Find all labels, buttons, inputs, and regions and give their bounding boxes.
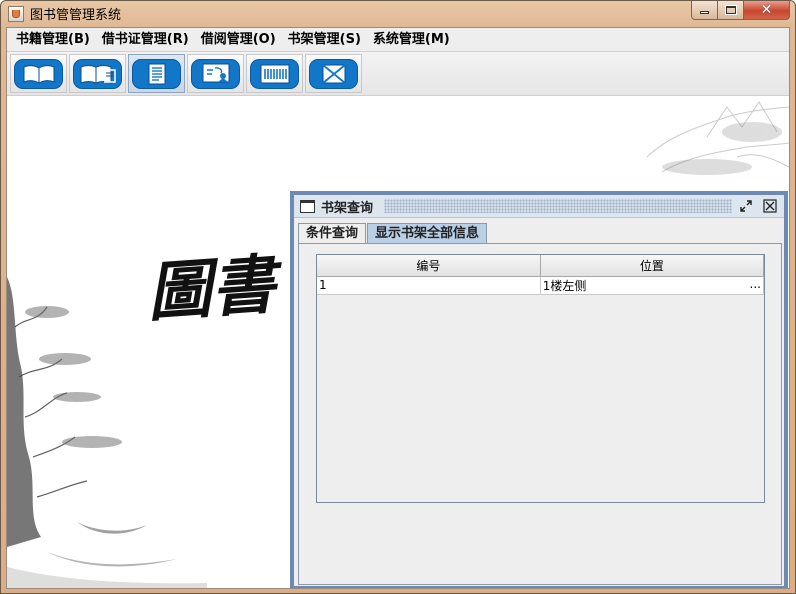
shelf-table: 编号 位置 1 1楼左侧... [317,255,765,295]
frame-window-icon [300,199,315,213]
menu-bookshelf-management[interactable]: 书架管理(S) [282,28,367,52]
maximize-button[interactable] [718,1,744,20]
presentation-board-icon [191,58,240,89]
calligraphy-text: 圖書 [145,247,287,331]
tab-condition-query[interactable]: 条件查询 [298,223,367,243]
cell-overflow-ellipsis: ... [749,276,761,291]
menu-bar: 书籍管理(B) 借书证管理(R) 借阅管理(O) 书架管理(S) 系统管理(M) [7,28,789,52]
menu-library-card-management[interactable]: 借书证管理(R) [96,28,195,52]
desktop-pane: 圖書 书架查询 条件查询 显示书架全部信息 编号 位置 1 1楼左侧 ... [7,97,789,588]
table-row[interactable]: 1 1楼左侧... [317,276,765,295]
column-header-id[interactable]: 编号 [317,255,541,277]
java-cup-icon[interactable] [8,5,24,22]
document-list-icon [132,58,181,89]
toolbar-button-shelf[interactable] [187,54,244,93]
menu-borrow-management[interactable]: 借阅管理(O) [195,28,282,52]
close-button[interactable]: ✕ [744,1,790,20]
menu-system-management[interactable]: 系统管理(M) [367,28,456,52]
toolbar-button-system[interactable] [246,54,303,93]
close-icon: ✕ [760,2,773,18]
barcode-icon [250,58,299,89]
window-title: 图书管管理系统 [30,8,122,23]
restore-arrows-icon [740,200,752,212]
toolbar-button-cards[interactable] [69,54,126,93]
title-bar[interactable]: 图书管管理系统 ✕ [1,1,795,26]
window-controls: ✕ [691,1,790,20]
toolbar [7,52,789,96]
frame-title: 书架查询 [321,200,374,216]
cell-location-text: 1楼左侧 [542,278,587,293]
toolbar-button-borrow[interactable] [128,54,185,93]
cell-id[interactable]: 1 [317,276,541,295]
open-book-icon [14,58,63,89]
close-box-icon [763,199,777,213]
toolbar-button-books[interactable] [10,54,67,93]
frame-title-bar[interactable]: 书架查询 [294,195,784,218]
frame-restore-button[interactable] [738,198,754,214]
app-window: 图书管管理系统 ✕ 书籍管理(B) 借书证管理(R) 借阅管理(O) 书架管理(… [0,0,796,594]
tab-show-all-shelves[interactable]: 显示书架全部信息 [367,223,488,243]
tab-panel: 编号 位置 1 1楼左侧... [298,243,782,585]
minimize-icon [700,11,709,14]
client-area: 书籍管理(B) 借书证管理(R) 借阅管理(O) 书架管理(S) 系统管理(M) [6,27,790,589]
maximize-icon [724,5,737,15]
minimize-button[interactable] [691,1,718,20]
frame-close-button[interactable] [762,198,778,214]
books-icon [73,58,122,89]
bookshelf-query-frame: 书架查询 条件查询 显示书架全部信息 编号 位置 1 1楼左侧 ... [290,191,788,588]
column-header-location[interactable]: 位置 [540,255,765,277]
shelf-table-scroll[interactable]: 编号 位置 1 1楼左侧... [316,254,765,503]
menu-book-management[interactable]: 书籍管理(B) [10,28,96,52]
cell-location[interactable]: 1楼左侧... [540,276,765,295]
toolbar-button-exit[interactable] [305,54,362,93]
envelope-icon [309,58,358,89]
tab-strip: 条件查询 显示书架全部信息 [298,223,488,243]
